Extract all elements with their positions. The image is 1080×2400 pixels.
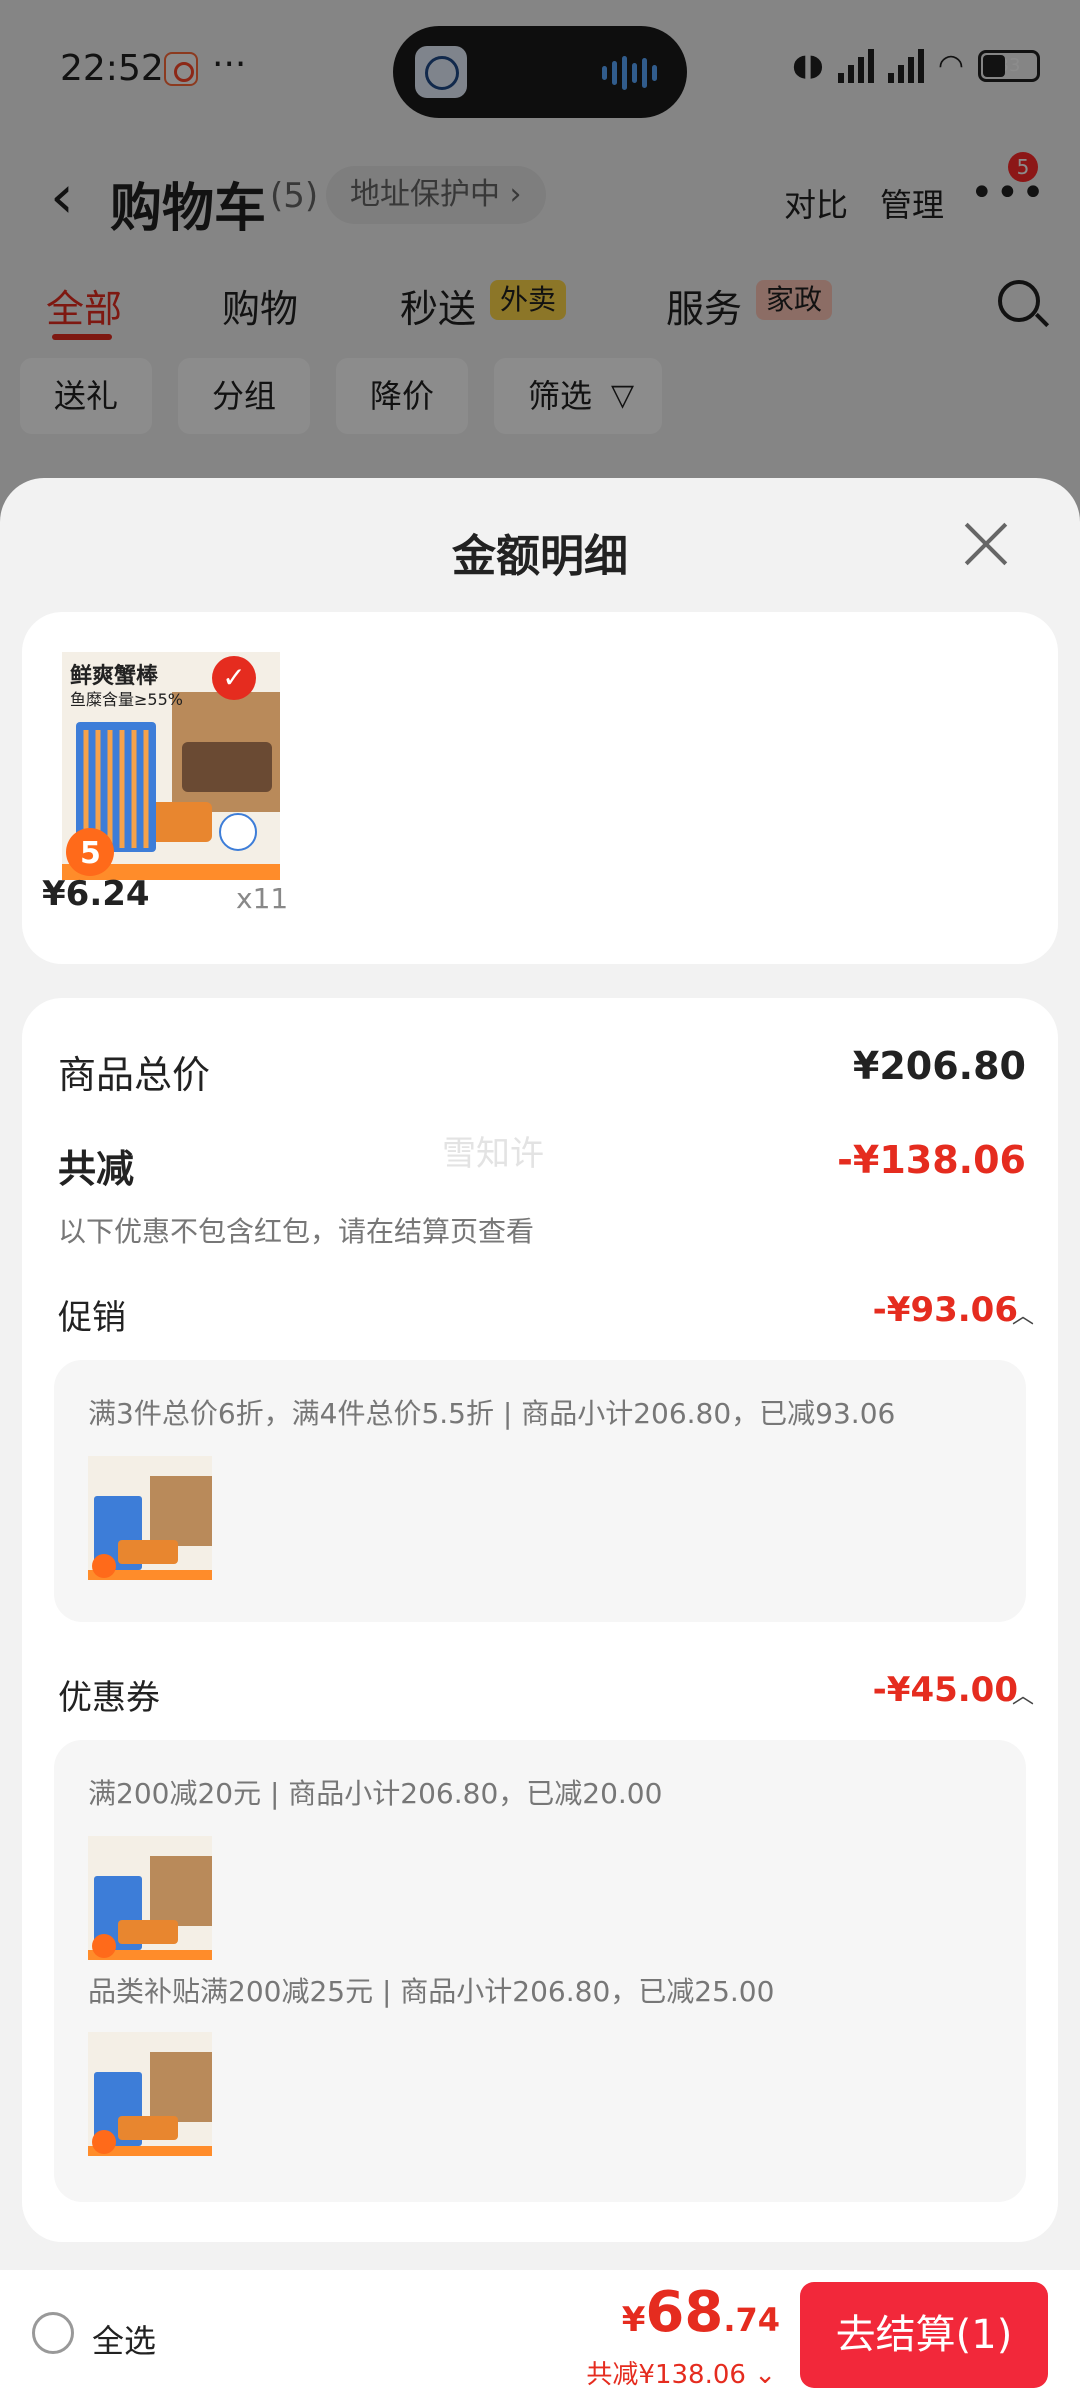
close-icon[interactable] — [962, 520, 1010, 568]
product-card: 鲜爽蟹棒 鱼糜含量≥55% 5 ✓ ¥6.24 x11 — [22, 612, 1058, 964]
promo-product-thumb — [88, 1456, 212, 1580]
product-image-subtitle: 鱼糜含量≥55% — [70, 690, 183, 709]
sheet-title: 金额明细 — [452, 531, 628, 582]
checkout-bar: 全选 ¥68.74 共减¥138.06 ⌄ 去结算(1) — [0, 2270, 1080, 2400]
total-currency: ¥ — [621, 2300, 646, 2340]
coupon-detail-line-2: 品类补贴满200减25元 | 商品小计206.80，已减25.00 — [88, 1975, 775, 2008]
total-saved-toggle[interactable]: 共减¥138.06 ⌄ — [586, 2354, 776, 2391]
crab-stick-thumb-icon — [88, 1836, 212, 1960]
total-price: ¥68.74 — [622, 2280, 780, 2345]
crab-stick-thumb-icon — [88, 2032, 212, 2156]
coupon-detail-box: 满200减20元 | 商品小计206.80，已减20.00 品类补贴满200减2… — [54, 1740, 1026, 2202]
product-price: ¥6.24 — [42, 874, 150, 914]
coupon-product-thumb-1 — [88, 1836, 212, 1960]
product-image-badge: 5 — [80, 836, 101, 871]
coupon-value: -¥45.00 — [872, 1670, 1018, 1710]
promo-detail-box: 满3件总价6折，满4件总价5.5折 | 商品小计206.80，已减93.06 — [54, 1360, 1026, 1622]
watermark-text: 雪知许 — [442, 1134, 544, 1174]
discount-label: 共减 — [58, 1147, 135, 1191]
discount-value: -¥138.06 — [837, 1138, 1026, 1182]
coupon-product-thumb-2 — [88, 2032, 212, 2156]
goods-total-value: ¥206.80 — [852, 1044, 1026, 1088]
chevron-up-icon[interactable]: ︿ — [1012, 1298, 1034, 1330]
promo-value: -¥93.06 — [872, 1290, 1018, 1330]
chevron-up-icon[interactable]: ︿ — [1012, 1678, 1034, 1710]
coupon-label: 优惠券 — [58, 1678, 160, 1718]
promo-label: 促销 — [58, 1298, 126, 1338]
discount-note: 以下优惠不包含红包，请在结算页查看 — [58, 1215, 535, 1248]
total-decimal: .74 — [723, 2301, 780, 2339]
goods-total-label: 商品总价 — [58, 1053, 211, 1097]
selected-check-icon[interactable]: ✓ — [212, 656, 256, 700]
coupon-detail-line-1: 满200减20元 | 商品小计206.80，已减20.00 — [88, 1777, 663, 1810]
amount-detail-sheet: 金额明细 鲜爽蟹棒 鱼糜含量≥55% 5 ✓ ¥6.24 x11 商品总价 ¥2… — [0, 478, 1080, 2400]
promo-detail-line: 满3件总价6折，满4件总价5.5折 | 商品小计206.80，已减93.06 — [88, 1397, 896, 1430]
select-all-checkbox[interactable] — [32, 2312, 74, 2354]
total-integer: 68 — [645, 2280, 724, 2345]
checkout-button[interactable]: 去结算(1) — [800, 2282, 1048, 2388]
crab-stick-thumb-icon — [88, 1456, 212, 1580]
product-qty: x11 — [236, 882, 289, 915]
price-detail-card: 商品总价 ¥206.80 雪知许 共减 -¥138.06 以下优惠不包含红包，请… — [22, 998, 1058, 2242]
select-all-label[interactable]: 全选 — [92, 2316, 156, 2362]
